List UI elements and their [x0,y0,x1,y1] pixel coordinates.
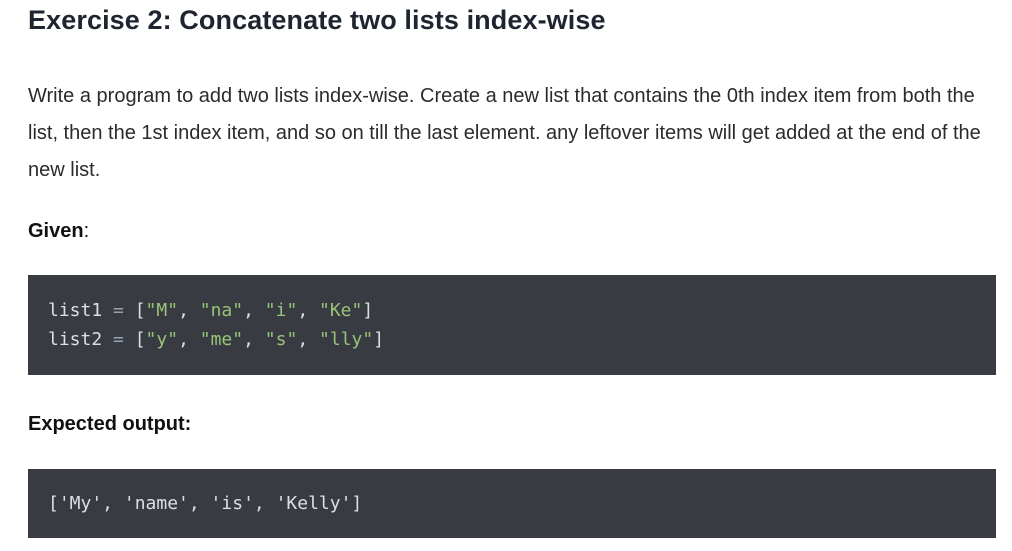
expected-output-label: Expected output: [28,413,191,436]
code-comma: , [297,300,319,321]
expected-output-block: ['My', 'name', 'is', 'Kelly'] [28,469,996,538]
expected-output-text: ['My', 'name', 'is', 'Kelly'] [48,493,363,514]
code-comma: , [297,329,319,350]
expected-output-label-text: Expected output: [28,413,192,435]
code-bracket-open: [ [134,300,146,321]
given-label-text: Given [28,220,84,242]
given-label: Given: [28,220,89,243]
code-operator: = [102,300,135,321]
code-string: "lly" [319,329,374,350]
code-string: "Ke" [319,300,363,321]
code-string: "me" [199,329,244,350]
code-operator: = [102,329,135,350]
code-comma: , [243,300,265,321]
code-comma: , [178,329,200,350]
code-bracket-open: [ [134,329,146,350]
code-line-list2: list2 = ["y", "me", "s", "lly"] [48,329,384,351]
exercise-title: Exercise 2: Concatenate two lists index-… [28,5,606,35]
given-label-suffix: : [83,220,90,242]
code-string: "i" [264,300,298,321]
code-bracket-close: ] [362,300,374,321]
exercise-description: Write a program to add two lists index-w… [28,85,981,181]
code-comma: , [178,300,200,321]
code-string: "y" [145,329,179,350]
code-string: "s" [264,329,298,350]
given-code-block: list1 = ["M", "na", "i", "Ke"] list2 = [… [28,275,996,375]
code-variable: list2 [48,329,103,350]
code-comma: , [243,329,265,350]
code-string: "M" [145,300,179,321]
code-line-list1: list1 = ["M", "na", "i", "Ke"] [48,300,373,322]
code-bracket-close: ] [373,329,385,350]
code-variable: list1 [48,300,103,321]
code-string: "na" [199,300,244,321]
